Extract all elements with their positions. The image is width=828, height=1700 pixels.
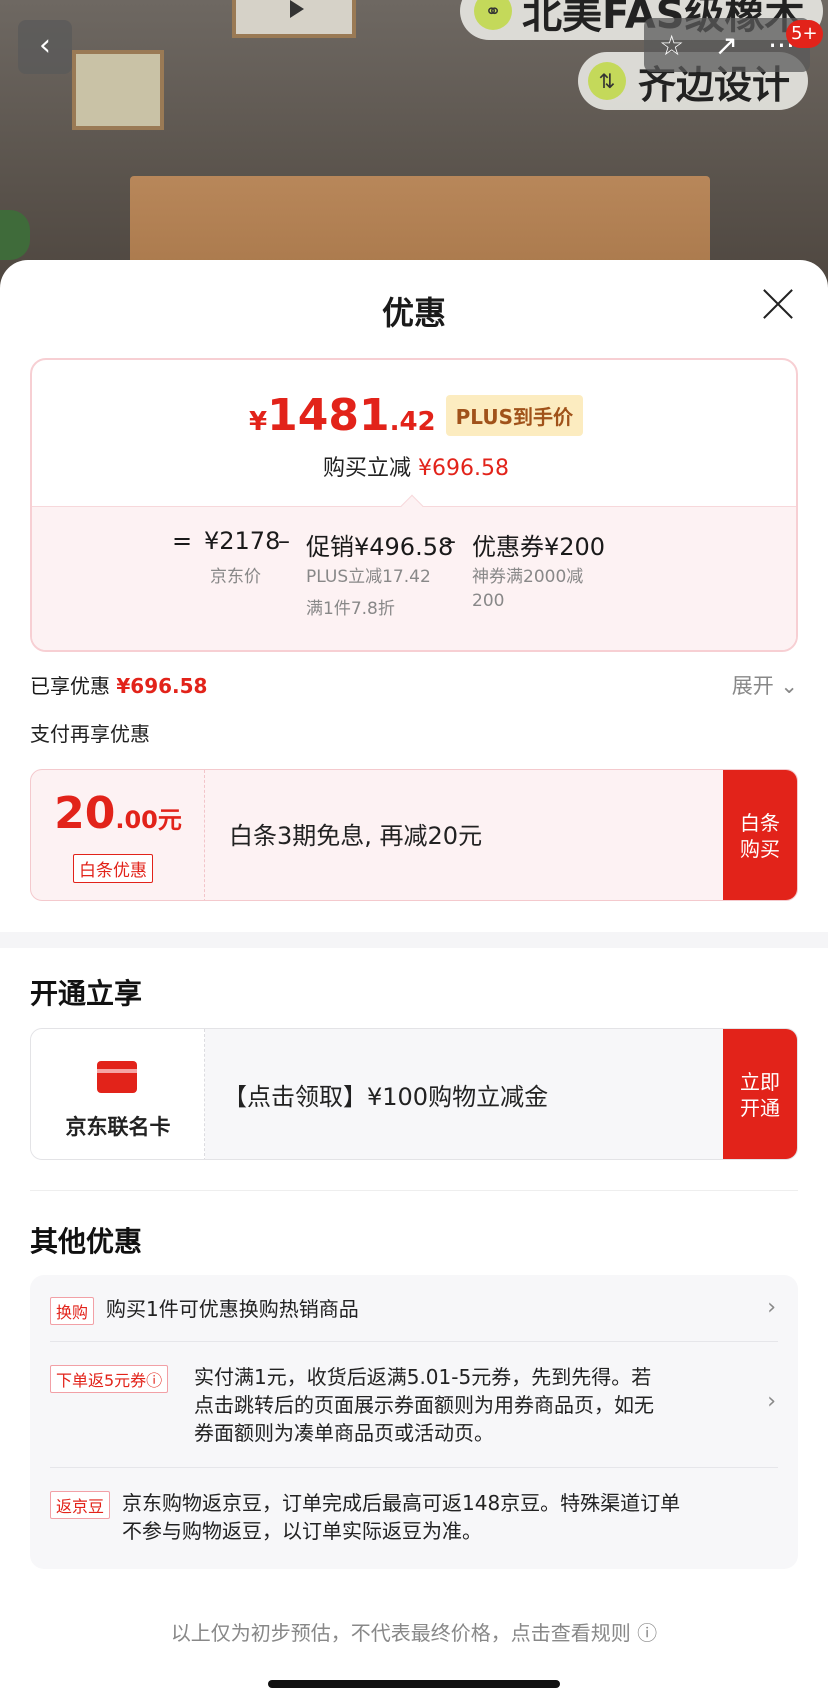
formula-promo-sub-2: 满1件7.8折 <box>306 599 395 619</box>
reduction-value: ¥696.58 <box>418 456 509 481</box>
wood-icon: ⚭ <box>474 0 512 30</box>
enjoyed-label: 已享优惠 <box>30 674 110 698</box>
baitiao-amount-dec: .00元 <box>115 806 182 834</box>
other-offers-list: 换购 购买1件可优惠换购热销商品 › 下单返5元券ⓘ 实付满1元，收货后返满5.… <box>30 1275 798 1569</box>
baitiao-amount-int: 20 <box>54 788 116 839</box>
cobrand-card-offer[interactable]: 京东联名卡 【点击领取】¥100购物立减金 立即 开通 <box>30 1028 798 1160</box>
chevron-down-icon: ⌄ <box>780 674 798 698</box>
formula-jd-price: ¥2178 <box>204 527 281 555</box>
notification-badge: 5+ <box>786 20 823 48</box>
enjoyed-value: ¥696.58 <box>116 674 208 698</box>
back-button[interactable]: ‹ <box>18 20 72 74</box>
cobrand-card-name: 京东联名卡 <box>65 1115 171 1139</box>
favorite-icon[interactable]: ☆ <box>659 29 684 62</box>
baitiao-offer-card[interactable]: 20.00元 白条优惠 白条3期免息, 再减20元 白条 购买 <box>30 769 798 901</box>
sheet-title: 优惠 <box>381 294 446 332</box>
formula-jd-price-sub: 京东价 <box>210 567 261 587</box>
exchange-tag: 换购 <box>50 1297 95 1325</box>
wall-frame-picture <box>72 50 164 130</box>
discount-sheet: 优惠 ¥1481.42 PLUS到手价 购买立减 ¥696.58 = ¥2178… <box>0 260 828 1700</box>
chevron-right-icon: › <box>767 1389 776 1414</box>
baitiao-button-line1: 白条 <box>740 811 780 835</box>
top-actions: ☆ ↗ ··· <box>644 18 810 72</box>
list-separator <box>50 1341 778 1342</box>
expand-button[interactable]: 展开 ⌄ <box>732 670 798 700</box>
list-item-exchange[interactable]: 换购 购买1件可优惠换购热销商品 › <box>50 1295 778 1335</box>
enjoyed-discount-row: 已享优惠 ¥696.58 展开 ⌄ <box>30 670 798 706</box>
jd-beans-tag: 返京豆 <box>50 1491 111 1519</box>
coupon-return-tag: 下单返5元券ⓘ <box>50 1365 169 1393</box>
price-formula: = ¥2178 – 促销¥496.58 – 优惠券¥200 京东价 PLUS立减… <box>32 494 796 650</box>
home-indicator <box>268 1680 560 1688</box>
close-icon[interactable] <box>758 284 798 324</box>
open-button-line1: 立即 <box>740 1070 780 1094</box>
list-item-jd-beans: 返京豆 京东购物返京豆，订单完成后最高可返148京豆。特殊渠道订单 不参与购物返… <box>50 1489 778 1549</box>
coupon-return-line2: 点击跳转后的页面展示券面额则为用券商品页，如无 <box>194 1393 654 1417</box>
exchange-text: 购买1件可优惠换购热销商品 <box>106 1297 359 1321</box>
cobrand-offer-text: 【点击领取】¥100购物立减金 <box>223 1083 549 1111</box>
baitiao-amount: 20.00元 <box>31 788 205 839</box>
open-button-line2: 开通 <box>740 1096 780 1120</box>
other-section-title: 其他优惠 <box>30 1225 143 1258</box>
formula-coupon-sub-2: 200 <box>472 591 505 611</box>
purchase-reduction: 购买立减 ¥696.58 <box>32 450 796 482</box>
final-price: ¥1481.42 <box>249 390 436 441</box>
formula-coupon: 优惠券¥200 <box>472 533 606 561</box>
list-separator <box>50 1467 778 1468</box>
open-section-title: 开通立享 <box>30 977 143 1010</box>
baitiao-text: 白条3期免息, 再减20元 <box>229 822 483 850</box>
price-decimal: .42 <box>389 407 436 437</box>
section-gap <box>0 932 828 948</box>
open-now-button[interactable]: 立即 开通 <box>723 1029 797 1159</box>
play-icon <box>290 0 304 18</box>
baitiao-tag: 白条优惠 <box>73 854 153 883</box>
baitiao-buy-button[interactable]: 白条 购买 <box>723 770 797 900</box>
formula-promo: 促销¥496.58 <box>306 533 454 561</box>
formula-minus-2: – <box>444 527 456 555</box>
coupon-return-line3: 券面额则为凑单商品页或活动页。 <box>194 1421 494 1445</box>
baitiao-button-line2: 购买 <box>740 837 780 861</box>
back-icon: ‹ <box>39 28 51 63</box>
formula-promo-sub-1: PLUS立减17.42 <box>306 567 431 587</box>
jd-beans-line2: 不参与购物返豆，以订单实际返豆为准。 <box>122 1519 482 1543</box>
align-icon: ⇅ <box>588 62 626 100</box>
rules-link[interactable]: 以上仅为初步预估，不代表最终价格，点击查看规则 ⓘ <box>0 1617 828 1646</box>
pay-more-label: 支付再享优惠 <box>30 722 150 746</box>
formula-minus-1: – <box>278 527 290 555</box>
share-icon[interactable]: ↗ <box>714 29 737 62</box>
wall-frame-tv <box>232 0 356 38</box>
plant-decor <box>0 210 30 260</box>
price-card: ¥1481.42 PLUS到手价 购买立减 ¥696.58 = ¥2178 – … <box>30 358 798 652</box>
coupon-return-line1: 实付满1元，收货后返满5.01-5元券，先到先得。若 <box>194 1365 652 1389</box>
jd-beans-line1: 京东购物返京豆，订单完成后最高可返148京豆。特殊渠道订单 <box>122 1491 681 1515</box>
plus-price-tag: PLUS到手价 <box>445 395 583 436</box>
chevron-right-icon: › <box>767 1295 776 1320</box>
credit-card-icon <box>97 1061 137 1093</box>
list-item-coupon-return[interactable]: 下单返5元券ⓘ 实付满1元，收货后返满5.01-5元券，先到先得。若 点击跳转后… <box>50 1363 778 1453</box>
formula-equals: = <box>172 527 193 555</box>
divider <box>30 1190 798 1191</box>
reduction-label: 购买立减 <box>323 456 412 481</box>
price-integer: 1481 <box>267 390 390 441</box>
expand-label: 展开 <box>731 674 774 698</box>
currency-symbol: ¥ <box>249 407 268 437</box>
